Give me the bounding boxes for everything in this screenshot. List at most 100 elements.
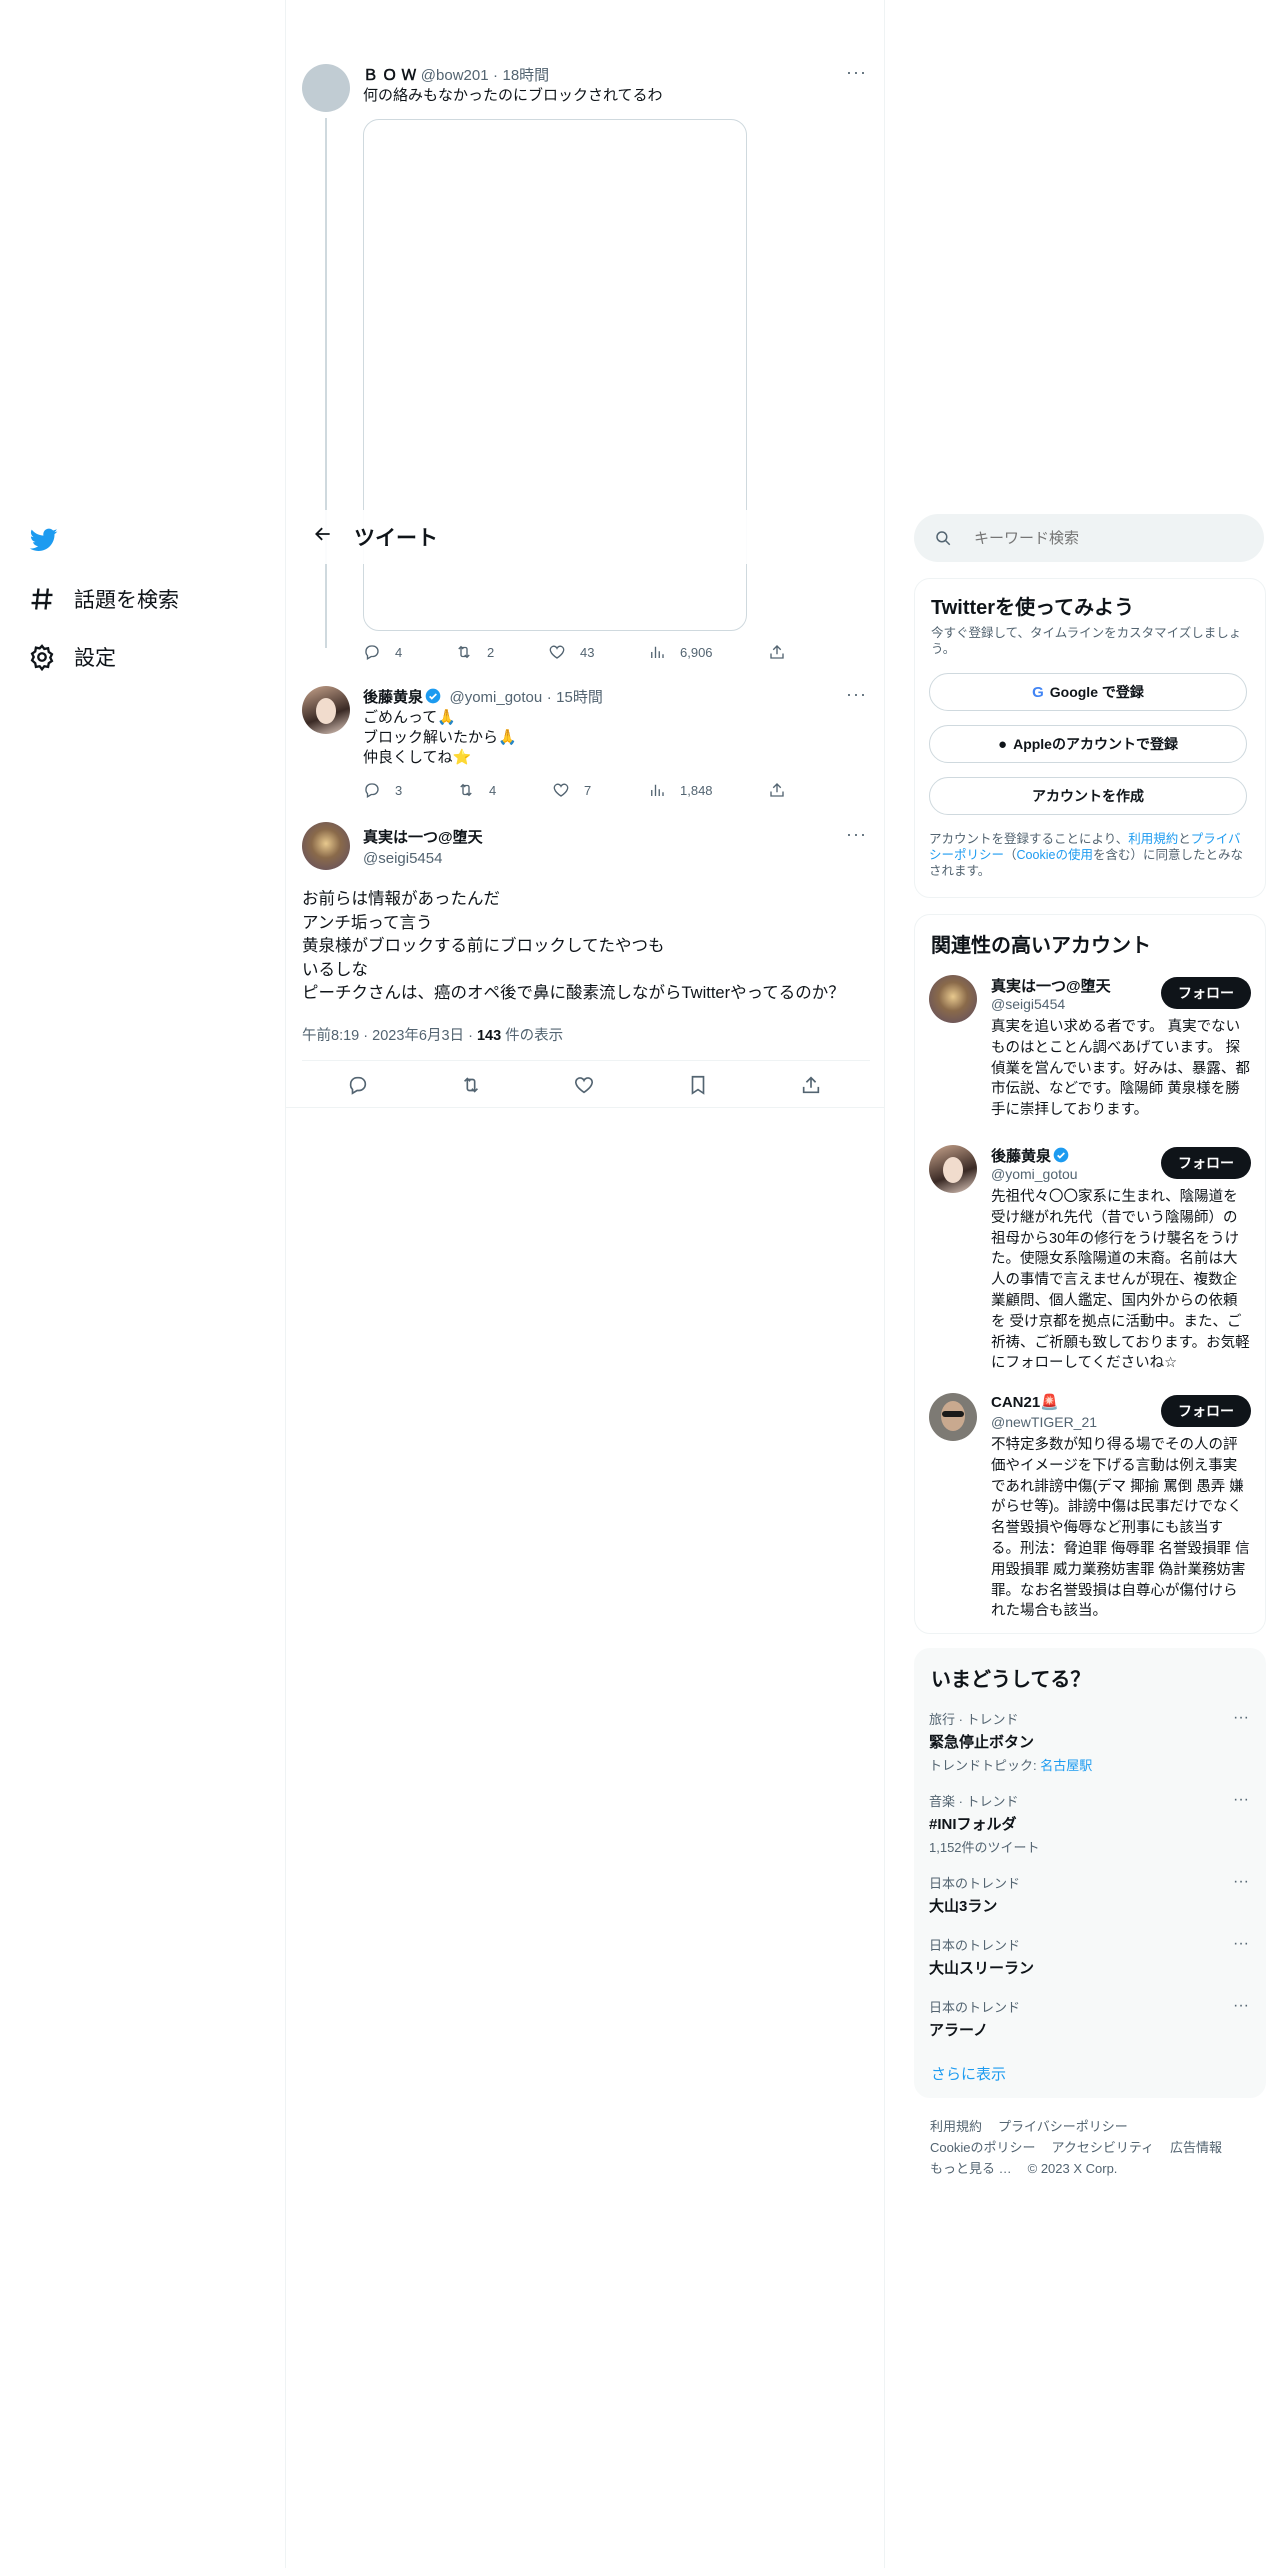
share-button[interactable] (768, 643, 800, 661)
trends-panel: いまどうしてる？ 旅行 · トレンド 緊急停止ボタン トレンドトピック: 名古屋… (914, 1648, 1266, 2098)
related-accounts-panel: 関連性の高いアカウント 真実は一つ@堕天 @seigi5454 フォロー 真実を… (914, 914, 1266, 1634)
apple-icon: ● (998, 735, 1008, 753)
share-icon[interactable] (800, 1074, 822, 1096)
legal-mid: （ (1004, 848, 1017, 862)
more-icon[interactable]: ··· (846, 62, 867, 83)
timestamp[interactable]: 18時間 (502, 67, 549, 84)
view-count: 6,906 (680, 644, 713, 660)
follow-button[interactable]: フォロー (1161, 1395, 1251, 1427)
trend-name: 大山3ラン (929, 1898, 998, 1915)
cookie-link[interactable]: Cookieの使用 (1017, 848, 1093, 862)
trend-category: 旅行 · トレンド (929, 1712, 1019, 1727)
views-button[interactable]: 1,848 (648, 781, 713, 799)
tweet-header: 後藤黄泉 @yomi_gotou · 15時間 (363, 686, 603, 707)
display-name[interactable]: 真実は一つ@堕天 (363, 826, 483, 847)
footer-row: 利用規約 プライバシーポリシー (930, 2116, 1144, 2135)
trend-name: 大山スリーラン (929, 1960, 1035, 1977)
google-signup-button[interactable]: G Google で登録 (929, 673, 1247, 711)
footer-link[interactable]: Cookieのポリシー (930, 2140, 1035, 2155)
tweet-line: お前らは情報があったんだ (302, 890, 500, 908)
arrow-left-icon[interactable] (296, 524, 350, 550)
reply-button[interactable]: 4 (363, 643, 402, 661)
footer-link[interactable]: 利用規約 (930, 2119, 982, 2134)
account-card[interactable]: 真実は一つ@堕天 @seigi5454 フォロー 真実を追い求める者です。 真実… (915, 975, 1265, 1145)
more-icon[interactable]: ··· (846, 824, 867, 845)
analytics-icon (651, 784, 664, 796)
avatar[interactable] (302, 686, 350, 734)
more-icon[interactable]: ··· (1233, 1791, 1249, 1809)
like-button[interactable]: 43 (548, 643, 594, 661)
account-card[interactable]: CAN21🚨 @newTIGER_21 フォロー 不特定多数が知り得る場でその人… (915, 1393, 1265, 1633)
more-icon[interactable]: ··· (1233, 1709, 1249, 1727)
heart-icon (549, 645, 565, 659)
retweet-icon[interactable] (460, 1074, 482, 1096)
retweet-button[interactable]: 2 (455, 643, 494, 661)
display-name[interactable]: Ｂ Ｏ Ｗ (363, 67, 416, 84)
trend-topic-link[interactable]: 名古屋駅 (1040, 1758, 1092, 1773)
avatar[interactable] (929, 1145, 977, 1193)
more-icon[interactable]: ··· (1233, 1997, 1249, 2015)
avatar[interactable] (302, 822, 350, 870)
divider (286, 1107, 884, 1108)
account-handle[interactable]: @newTIGER_21 (991, 1414, 1097, 1430)
terms-link[interactable]: 利用規約 (1128, 832, 1178, 846)
show-more-link[interactable]: さらに表示 (931, 2063, 1006, 2084)
reply-icon[interactable] (347, 1074, 369, 1096)
date[interactable]: 2023年6月3日 (372, 1028, 464, 1044)
trend-item[interactable]: 日本のトレンド 大山3ラン ··· (929, 1873, 1249, 1916)
more-link[interactable]: もっと見る … (930, 2161, 1012, 2176)
bookmark-icon[interactable] (687, 1074, 709, 1096)
separator: · (546, 689, 552, 706)
tweet-line: ごめんって🙏 (363, 709, 456, 726)
avatar[interactable] (302, 64, 350, 112)
handle[interactable]: @bow201 (421, 67, 489, 84)
tweet-line: ブロック解いたから🙏 (363, 729, 517, 746)
footer-link[interactable]: 広告情報 (1170, 2140, 1222, 2155)
search-input[interactable] (972, 528, 1236, 548)
trend-item[interactable]: 日本のトレンド 大山スリーラン ··· (929, 1935, 1249, 1978)
nav-explore[interactable]: 話題を検索 (28, 584, 179, 614)
account-card[interactable]: 後藤黄泉 @yomi_gotou フォロー 先祖代々〇〇家系に生まれ、陰陽道を受… (915, 1145, 1265, 1395)
display-name[interactable]: 後藤黄泉 (363, 689, 423, 706)
create-account-button[interactable]: アカウントを作成 (929, 777, 1247, 815)
follow-button[interactable]: フォロー (1161, 1147, 1251, 1179)
handle[interactable]: @yomi_gotou (449, 689, 542, 706)
timestamp[interactable]: 15時間 (556, 689, 603, 706)
separator: · (363, 1028, 369, 1044)
follow-button[interactable]: フォロー (1161, 977, 1251, 1009)
account-name[interactable]: CAN21🚨 (991, 1393, 1059, 1411)
account-name[interactable]: 後藤黄泉 (991, 1145, 1073, 1166)
more-icon[interactable]: ··· (1233, 1873, 1249, 1891)
handle[interactable]: @seigi5454 (363, 850, 483, 867)
reply-button[interactable]: 3 (363, 781, 402, 799)
account-bio: 先祖代々〇〇家系に生まれ、陰陽道を受け継がれ先代（昔でいう陰陽師）の祖母から30… (991, 1189, 1250, 1372)
thread-line (325, 118, 327, 648)
trend-item[interactable]: 旅行 · トレンド 緊急停止ボタン トレンドトピック: 名古屋駅 ··· (929, 1709, 1249, 1774)
trend-item[interactable]: 日本のトレンド アラーノ ··· (929, 1997, 1249, 2040)
account-name[interactable]: 真実は一つ@堕天 (991, 975, 1111, 996)
twitter-logo[interactable] (28, 526, 60, 559)
account-handle[interactable]: @seigi5454 (991, 996, 1065, 1012)
apple-signup-button[interactable]: ● Appleのアカウントで登録 (929, 725, 1247, 763)
account-handle[interactable]: @yomi_gotou (991, 1166, 1078, 1182)
footer-row: Cookieのポリシー アクセシビリティ 広告情報 (930, 2137, 1238, 2156)
nav-settings[interactable]: 設定 (28, 642, 116, 672)
like-button[interactable]: 7 (552, 781, 591, 799)
footer-link[interactable]: プライバシーポリシー (998, 2119, 1128, 2134)
main-tweet-actions (302, 1061, 870, 1107)
views-button[interactable]: 6,906 (648, 643, 713, 661)
trend-item[interactable]: 音楽 · トレンド #INIフォルダ 1,152件のツイート ··· (929, 1791, 1249, 1856)
avatar[interactable] (929, 975, 977, 1023)
retweet-button[interactable]: 4 (457, 781, 496, 799)
more-icon[interactable]: ··· (846, 684, 867, 705)
share-button[interactable] (768, 781, 800, 799)
avatar[interactable] (929, 1393, 977, 1441)
search-box[interactable] (914, 514, 1264, 562)
more-icon[interactable]: ··· (1233, 1935, 1249, 1953)
signup-panel: Twitterを使ってみよう 今すぐ登録して、タイムラインをカスタマイズしましょ… (914, 578, 1266, 898)
reply-icon (365, 783, 379, 798)
panel-title: 関連性の高いアカウント (931, 935, 1151, 957)
heart-icon[interactable] (573, 1074, 595, 1096)
footer-link[interactable]: アクセシビリティ (1051, 2140, 1154, 2155)
time[interactable]: 午前8:19 (302, 1028, 359, 1044)
